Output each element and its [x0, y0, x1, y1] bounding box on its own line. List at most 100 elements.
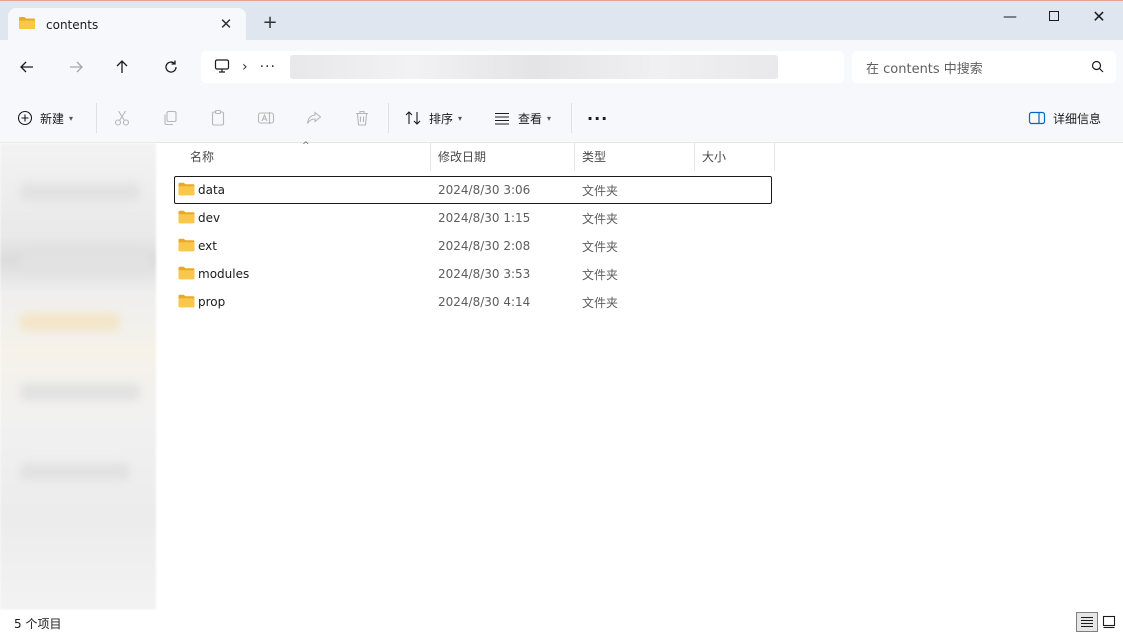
folder-icon [178, 182, 195, 199]
file-row-data[interactable]: data 2024/8/30 3:06 文件夹 [174, 176, 772, 204]
rename-button[interactable] [257, 106, 275, 130]
details-pane-button[interactable]: 详细信息 [1028, 106, 1101, 130]
chevron-down-icon: ▾ [69, 113, 74, 123]
maximize-button[interactable] [1034, 5, 1074, 29]
scissors-icon [114, 110, 130, 126]
new-button[interactable]: 新建 ▾ [17, 106, 73, 130]
navigation-bar: › ··· 在 contents 中搜索 [0, 40, 1123, 93]
back-button[interactable] [13, 53, 41, 81]
view-list-icon [495, 112, 509, 125]
search-input[interactable]: 在 contents 中搜索 [866, 58, 983, 77]
copy-button[interactable] [161, 106, 179, 130]
sidebar-item[interactable] [20, 183, 140, 201]
search-box[interactable]: 在 contents 中搜索 [852, 51, 1116, 83]
sort-icon [405, 111, 421, 125]
arrow-left-icon [20, 61, 33, 73]
folder-icon [178, 266, 195, 283]
new-label: 新建 [40, 111, 65, 126]
refresh-icon [165, 60, 177, 73]
more-options-button[interactable]: ··· [587, 106, 608, 130]
up-button[interactable] [108, 53, 136, 81]
sidebar-item[interactable] [20, 313, 120, 331]
file-row-modules[interactable]: modules 2024/8/30 3:53 文件夹 [174, 260, 772, 288]
file-name: ext [198, 239, 217, 253]
plus-circle-icon [17, 110, 33, 126]
sort-label: 排序 [429, 111, 454, 126]
column-header-type[interactable]: 类型 [576, 143, 695, 171]
column-header-date[interactable]: 修改日期 [432, 143, 575, 171]
close-button[interactable]: ✕ [1079, 5, 1119, 29]
breadcrumb-path-blurred[interactable] [289, 55, 778, 79]
divider [96, 103, 97, 133]
copy-icon [164, 110, 177, 126]
file-row-prop[interactable]: prop 2024/8/30 4:14 文件夹 [174, 288, 772, 316]
address-bar[interactable]: › ··· [201, 51, 844, 83]
file-name: dev [198, 211, 221, 225]
computer-icon [214, 58, 230, 77]
file-type: 文件夹 [582, 183, 619, 198]
file-date: 2024/8/30 1:15 [438, 211, 531, 225]
tiles-view-icon [1102, 615, 1116, 629]
tab-title: contents [46, 17, 99, 32]
refresh-button[interactable] [157, 53, 185, 81]
folder-icon [178, 238, 195, 255]
column-header-name[interactable]: 名称 [184, 143, 431, 171]
trash-icon [356, 110, 368, 126]
search-icon[interactable] [1091, 60, 1104, 76]
new-tab-button[interactable]: + [260, 13, 280, 33]
sidebar-item[interactable] [20, 463, 130, 481]
folder-icon [18, 16, 36, 33]
folder-icon [178, 294, 195, 311]
chevron-right-icon[interactable]: › [242, 59, 248, 75]
column-headers: ^ 名称 修改日期 类型 大小 [156, 141, 1123, 171]
file-type: 文件夹 [582, 295, 619, 310]
large-icons-view-button[interactable] [1098, 612, 1120, 632]
view-button[interactable]: 查看 ▾ [493, 106, 551, 130]
status-bar: 5 个项目 [0, 610, 1123, 634]
details-view-button[interactable] [1076, 612, 1098, 632]
file-name: data [198, 183, 226, 197]
item-count: 5 个项目 [14, 617, 62, 631]
delete-button[interactable] [353, 106, 371, 130]
details-pane-icon [1028, 111, 1046, 125]
view-label: 查看 [518, 111, 543, 126]
file-row-dev[interactable]: dev 2024/8/30 1:15 文件夹 [174, 204, 772, 232]
paste-button[interactable] [209, 106, 227, 130]
cut-button[interactable] [113, 106, 131, 130]
file-name: prop [198, 295, 226, 309]
file-row-ext[interactable]: ext 2024/8/30 2:08 文件夹 [174, 232, 772, 260]
rename-icon [257, 112, 275, 124]
tab-contents[interactable]: contents ✕ [8, 8, 246, 41]
sort-button[interactable]: 排序 ▾ [404, 106, 462, 130]
sidebar-item[interactable] [20, 383, 140, 401]
file-name: modules [198, 267, 250, 281]
share-icon [306, 111, 322, 124]
sidebar-item[interactable] [20, 253, 150, 271]
title-bar: contents ✕ + — ✕ [0, 0, 1123, 41]
details-label: 详细信息 [1053, 111, 1102, 126]
file-type: 文件夹 [582, 239, 619, 254]
chevron-down-icon: ▾ [458, 113, 463, 123]
close-tab-icon[interactable]: ✕ [218, 16, 234, 32]
breadcrumb-overflow[interactable]: ··· [260, 59, 276, 75]
minimize-button[interactable]: — [990, 5, 1030, 29]
navigation-pane[interactable] [0, 143, 156, 610]
arrow-up-icon [116, 60, 128, 73]
file-date: 2024/8/30 3:53 [438, 267, 531, 281]
share-button[interactable] [305, 106, 323, 130]
command-bar: 新建 ▾ 排序 ▾ 查看 ▾ ··· 详细信息 [0, 93, 1123, 143]
arrow-right-icon [70, 61, 83, 73]
file-list: data 2024/8/30 3:06 文件夹 dev 2024/8/30 1:15 文件… [174, 176, 772, 316]
forward-button[interactable] [62, 53, 90, 81]
column-header-size[interactable]: 大小 [696, 143, 775, 171]
maximize-icon [1049, 10, 1059, 21]
file-date: 2024/8/30 2:08 [438, 239, 531, 253]
divider [571, 103, 572, 133]
chevron-down-icon: ▾ [547, 113, 552, 123]
file-type: 文件夹 [582, 211, 619, 226]
divider [388, 103, 389, 133]
file-type: 文件夹 [582, 267, 619, 282]
folder-icon [178, 210, 195, 227]
file-date: 2024/8/30 4:14 [438, 295, 531, 309]
file-date: 2024/8/30 3:06 [438, 183, 531, 197]
